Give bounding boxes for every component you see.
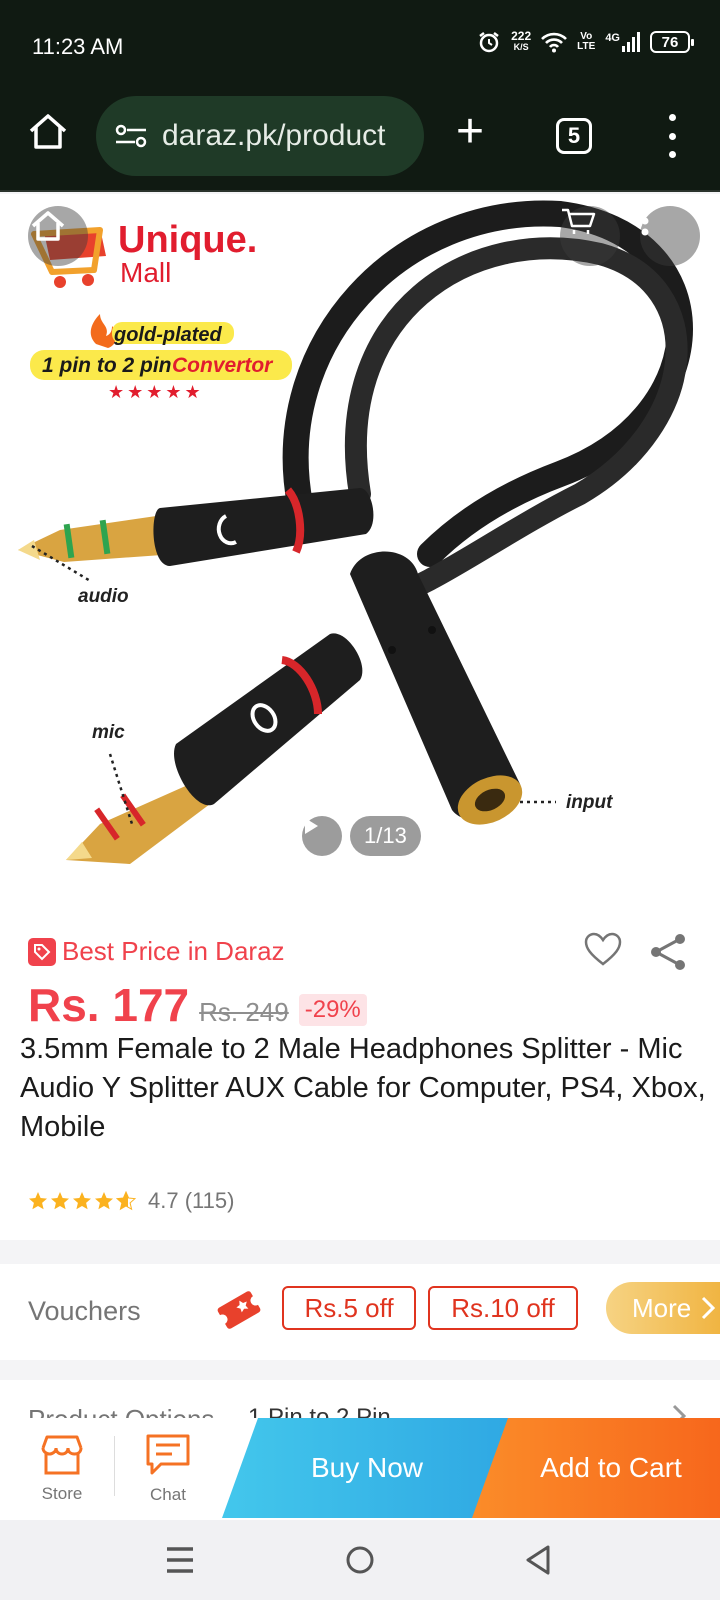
rating-row[interactable]: 4.7 (115): [28, 1188, 234, 1214]
status-bar: 11:23 AM 222 K/S Vo LTE 4G 76: [0, 0, 720, 92]
half-star-icon: [116, 1191, 136, 1211]
page: 11:23 AM 222 K/S Vo LTE 4G 76 daraz.pk/p…: [0, 0, 720, 1600]
divider: [114, 1436, 115, 1496]
cart-icon: [562, 208, 596, 234]
star-icon: [29, 1192, 47, 1210]
chat-label: Chat: [150, 1485, 186, 1504]
add-to-cart-label: Add to Cart: [540, 1452, 682, 1483]
volte-bottom: LTE: [577, 41, 596, 52]
current-price: Rs. 177: [28, 979, 190, 1031]
product-options-row[interactable]: Product Options 1 Pin to 2 Pin: [0, 1380, 720, 1420]
voucher-chip[interactable]: Rs.10 off: [428, 1286, 578, 1330]
promo-line1: gold-plated: [113, 324, 223, 346]
add-to-cart-button[interactable]: Add to Cart: [472, 1418, 720, 1518]
price-row: Rs. 177 Rs. 249 -29%: [28, 978, 367, 1032]
back-triangle-icon: [526, 1545, 550, 1575]
bottom-action-bar: Store Chat Buy Now Add to Cart: [0, 1418, 720, 1520]
promo-line2b: Convertor: [172, 354, 274, 377]
original-price: Rs. 249: [199, 997, 289, 1027]
system-nav-bar: [0, 1520, 720, 1600]
best-price-text: Best Price in Daraz: [62, 936, 285, 966]
best-price-badge: Best Price in Daraz: [28, 936, 285, 967]
browser-toolbar: daraz.pk/product + 5: [0, 92, 720, 192]
browser-menu-icon[interactable]: [660, 114, 684, 158]
signal-group: 4G: [605, 32, 640, 52]
share-icon[interactable]: [648, 932, 688, 972]
voucher-chip-label: Rs.10 off: [451, 1292, 555, 1323]
chevron-right-icon: [702, 1296, 716, 1320]
product-image: Unique. Mall gold-plated 1 pin to 2 pin …: [18, 200, 693, 864]
chat-icon: [146, 1434, 190, 1475]
vouchers-more-label: More: [632, 1292, 692, 1323]
heart-icon[interactable]: [584, 932, 622, 968]
star-icon: [95, 1192, 113, 1210]
vouchers-section[interactable]: Vouchers Rs.5 off Rs.10 off More: [0, 1264, 720, 1360]
vouchers-label: Vouchers: [28, 1296, 141, 1326]
promo-banner: gold-plated 1 pin to 2 pin Convertor ★★★…: [30, 314, 292, 403]
promo-stars: ★★★★★: [108, 382, 204, 403]
home-icon[interactable]: [26, 110, 70, 154]
more-vertical-icon: [641, 206, 649, 236]
play-icon: [305, 818, 318, 834]
address-bar[interactable]: daraz.pk/product: [96, 96, 424, 176]
home-circle-icon: [346, 1546, 374, 1574]
product-info: Best Price in Daraz Rs. 177 Rs. 249 -29%…: [0, 910, 720, 1240]
label-mic: mic: [92, 722, 125, 743]
net-speed-unit: K/S: [513, 42, 529, 52]
url-text: daraz.pk/product: [162, 119, 386, 152]
signal-icon: [622, 32, 640, 52]
alarm-icon: [479, 32, 499, 53]
gallery-home-button[interactable]: [28, 206, 88, 266]
menu-icon: [167, 1547, 193, 1573]
gallery-controls: 1/13: [302, 816, 421, 856]
play-video-button[interactable]: [302, 816, 342, 856]
discount-badge: -29%: [298, 994, 367, 1026]
best-price-icon: [28, 937, 56, 966]
tab-count: 5: [567, 123, 581, 148]
gallery-cart-button[interactable]: [560, 206, 620, 266]
voucher-ticket-icon: [217, 1291, 261, 1329]
tab-switcher-button[interactable]: 5: [556, 118, 592, 154]
battery-icon: 76: [650, 31, 694, 53]
store-button[interactable]: Store: [12, 1418, 112, 1520]
store-label: Store: [41, 1484, 83, 1503]
brand-name-line2: Mall: [120, 257, 171, 288]
product-title: 3.5mm Female to 2 Male Headphones Splitt…: [20, 1033, 706, 1143]
rating-text: 4.7 (115): [148, 1188, 235, 1213]
product-image-gallery[interactable]: Unique. Mall gold-plated 1 pin to 2 pin …: [0, 194, 720, 910]
voucher-chip-label: Rs.5 off: [304, 1292, 394, 1323]
net-speed-value: 222: [511, 29, 532, 43]
gallery-more-button[interactable]: [640, 206, 700, 266]
back-button[interactable]: [516, 1538, 560, 1582]
status-time: 11:23 AM: [32, 34, 124, 59]
wifi-icon: [541, 32, 568, 53]
label-input: input: [566, 792, 613, 813]
image-counter: 1/13: [350, 816, 421, 856]
home-icon: [31, 211, 65, 241]
recents-button[interactable]: [158, 1538, 202, 1582]
net-speed: 222 K/S: [511, 29, 532, 53]
new-tab-button[interactable]: +: [456, 108, 484, 156]
buy-now-button[interactable]: Buy Now: [222, 1418, 512, 1518]
vouchers-more-button[interactable]: More: [606, 1282, 720, 1334]
cable-illustration: audio mic input: [18, 200, 693, 864]
site-settings-icon[interactable]: [114, 121, 148, 151]
buy-now-label: Buy Now: [310, 1452, 424, 1483]
star-icon: [73, 1192, 91, 1210]
image-counter-text: 1/13: [364, 823, 407, 848]
label-audio: audio: [78, 586, 129, 607]
volte-indicator: Vo LTE: [577, 32, 595, 52]
chat-button[interactable]: Chat: [118, 1418, 218, 1520]
voucher-chip[interactable]: Rs.5 off: [282, 1286, 416, 1330]
brand-name-line1: Unique.: [118, 219, 257, 261]
store-icon: [41, 1435, 83, 1475]
star-icon: [51, 1192, 69, 1210]
network-type: 4G: [605, 32, 620, 44]
home-button[interactable]: [338, 1538, 382, 1582]
status-icons: 222 K/S Vo LTE 4G 76: [477, 29, 694, 54]
battery-level: 76: [661, 33, 679, 51]
promo-line2a: 1 pin to 2 pin: [42, 354, 172, 377]
